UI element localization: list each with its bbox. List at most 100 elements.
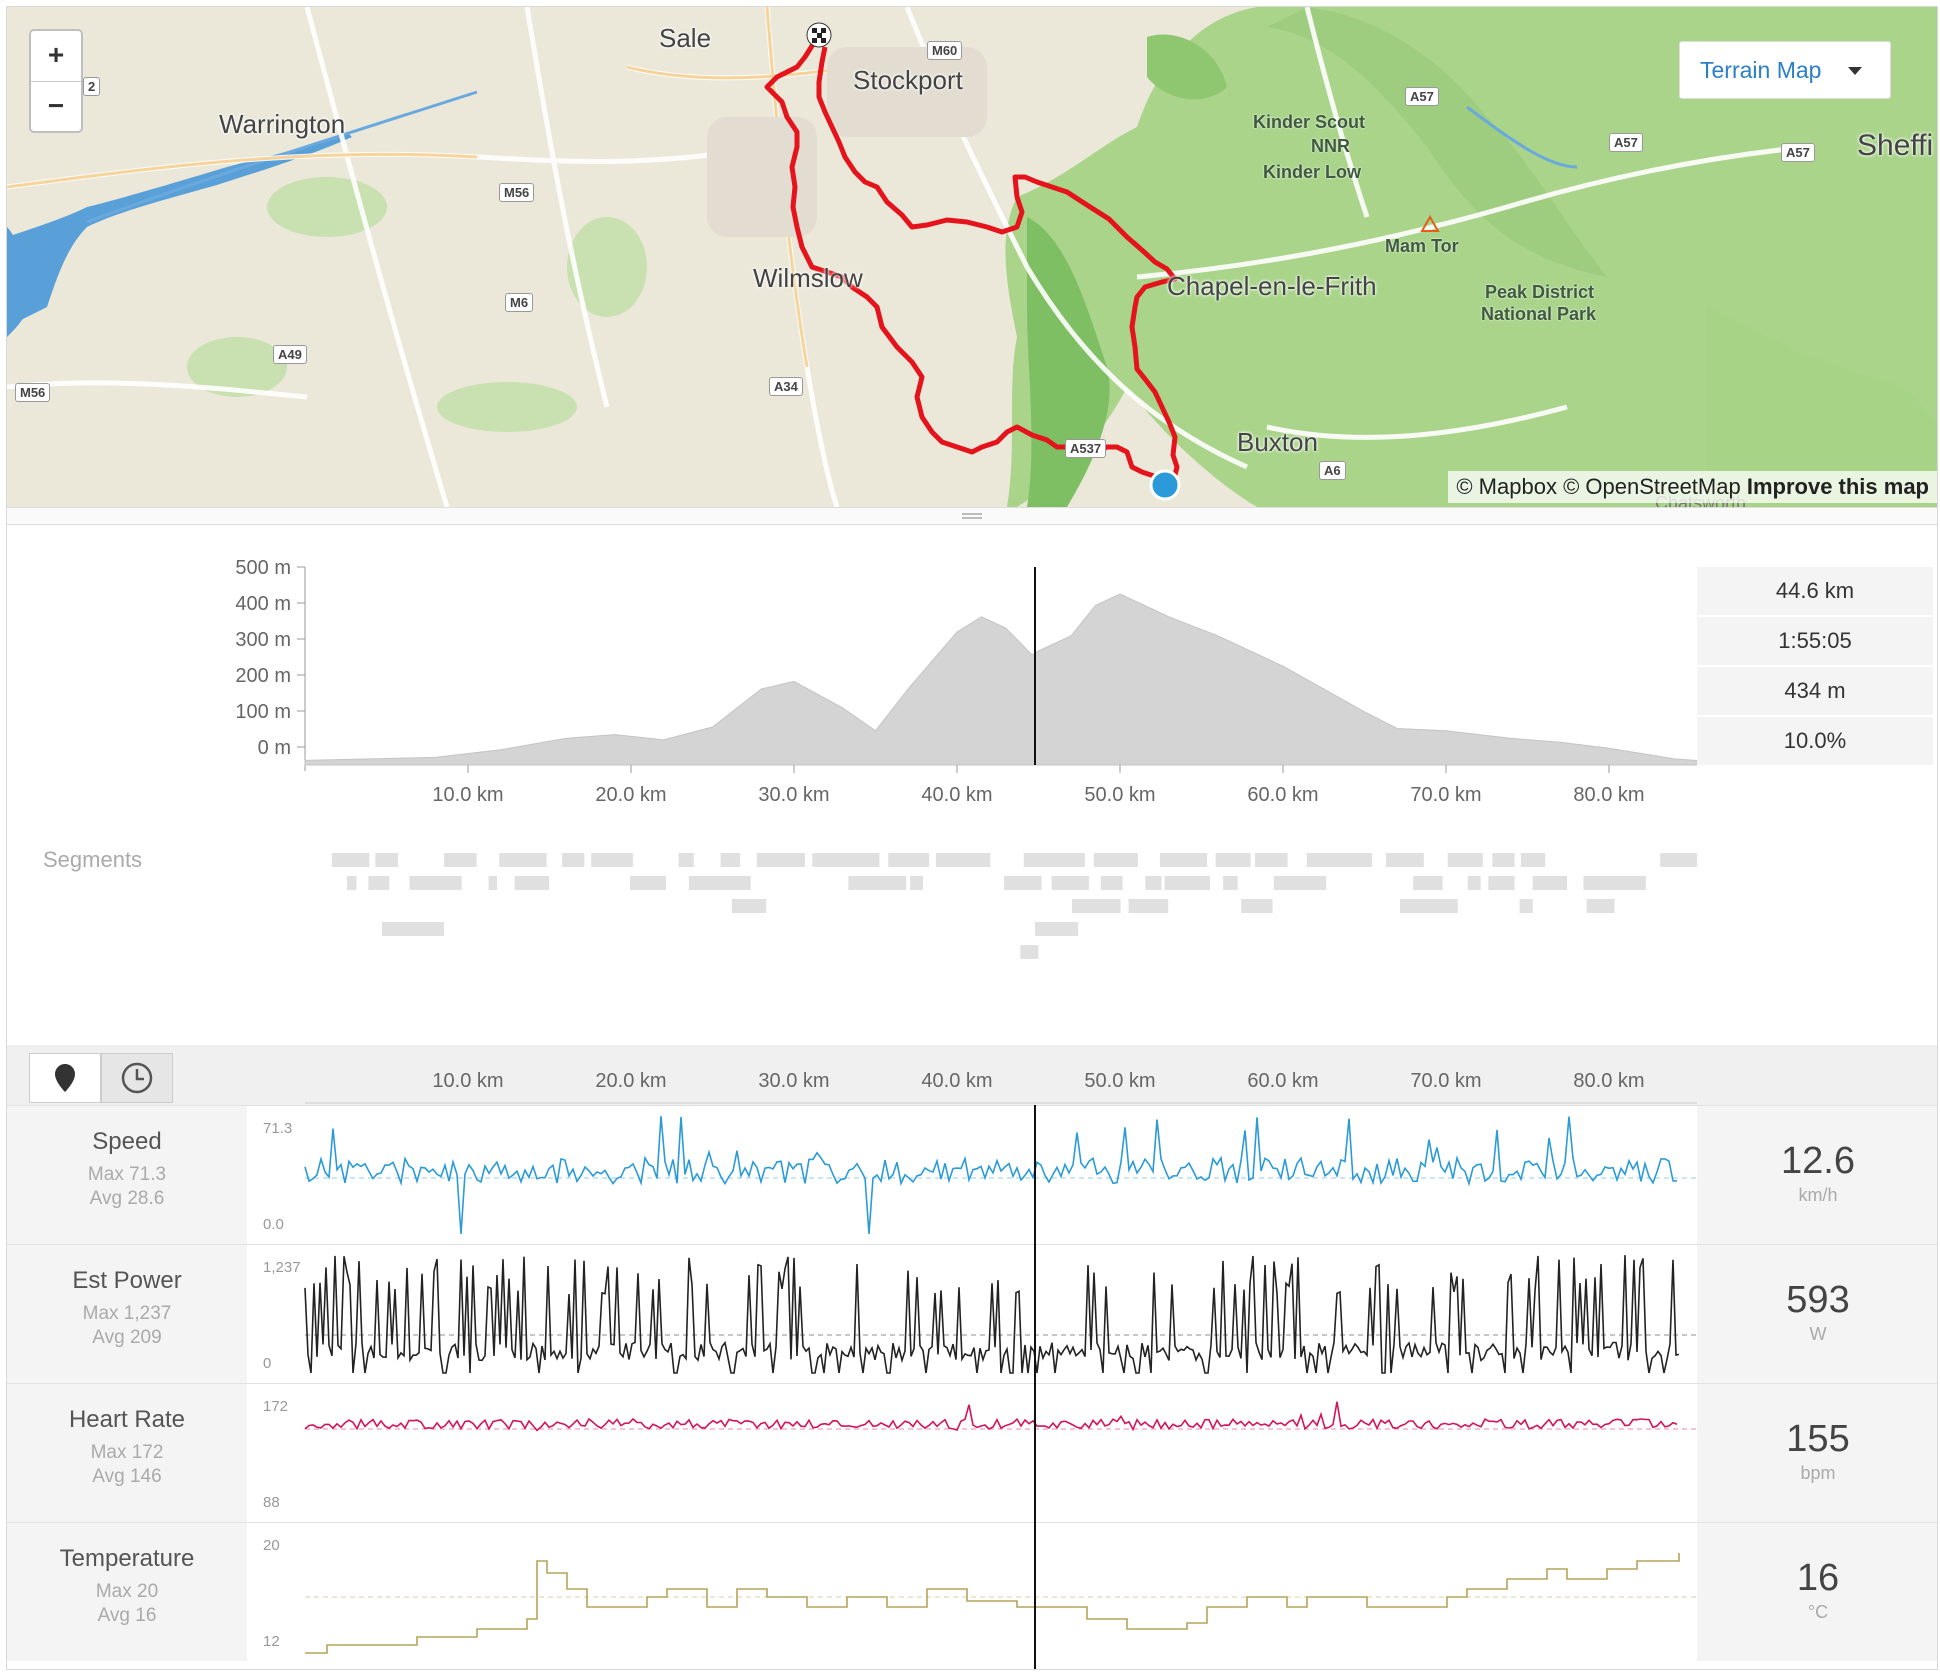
map-resize-handle[interactable]: [7, 507, 1937, 525]
stream-max: Max 172: [90, 1442, 164, 1463]
road-shield: A57: [1609, 133, 1643, 152]
elevation-section: 500 m 400 m 300 m 200 m 100 m 0 m 10.0 km 20.0…: [7, 525, 1937, 1045]
segment-bar: [488, 876, 498, 890]
map-label-warrington: Warrington: [219, 109, 346, 139]
elev-x-label: 50.0 km: [1084, 784, 1155, 806]
attribution-osm-link[interactable]: © OpenStreetMap: [1563, 474, 1741, 499]
map-label-buxton: Buxton: [1237, 427, 1318, 457]
hr-line: [304, 1401, 1678, 1432]
stream-row-speed[interactable]: Speed Max 71.3 Avg 28.6 71.3 0.0 12.6 km…: [7, 1105, 1937, 1244]
power-chart[interactable]: [247, 1245, 1697, 1383]
segment-bar: [1386, 853, 1424, 867]
zoom-in-button[interactable]: +: [31, 31, 81, 82]
segment-bar: [1583, 876, 1646, 890]
heart-rate-chart[interactable]: [247, 1384, 1697, 1522]
segment-bar: [1273, 876, 1327, 890]
segment-bar: [499, 853, 547, 867]
stream-unit: W: [1809, 1324, 1827, 1344]
stream-current: 593 W: [1697, 1245, 1937, 1383]
stream-avg: Avg 16: [97, 1605, 157, 1626]
segment-bar: [910, 876, 924, 890]
segment-bar: [756, 853, 806, 867]
segment-bar: [1215, 853, 1251, 867]
segment-bar: [332, 853, 370, 867]
stream-row-heart-rate[interactable]: Heart Rate Max 172 Avg 146 172 88 155 bp…: [7, 1383, 1937, 1522]
segment-bar: [1399, 899, 1458, 913]
map-label-kinder: Kinder Scout: [1253, 112, 1366, 132]
stream-label: Temperature Max 20 Avg 16: [7, 1523, 247, 1661]
temperature-chart[interactable]: [247, 1523, 1697, 1661]
stream-avg: Avg 146: [92, 1466, 162, 1487]
segments-track[interactable]: [7, 843, 1697, 1013]
segment-bar: [562, 853, 585, 867]
elevation-chart[interactable]: 500 m 400 m 300 m 200 m 100 m 0 m 10.0 km 20.0…: [7, 525, 1697, 825]
speed-chart[interactable]: [247, 1106, 1697, 1244]
streams-cursor: [1034, 1105, 1036, 1669]
stream-name: Temperature: [59, 1545, 195, 1572]
road-shield: M56: [499, 183, 535, 202]
road-shield: A49: [273, 345, 307, 364]
stream-value: 12.6: [1781, 1140, 1855, 1182]
segment-bar: [1051, 876, 1089, 890]
stream-x-label: 20.0 km: [595, 1070, 666, 1092]
segment-bar: [1145, 876, 1162, 890]
streams-toolbar: 10.0 km 20.0 km 30.0 km 40.0 km 50.0 km 60.0 …: [7, 1045, 1937, 1105]
elev-y-label: 500 m: [235, 557, 291, 579]
map-layer-dropdown[interactable]: Terrain Map: [1679, 41, 1891, 99]
stream-current: 155 bpm: [1697, 1384, 1937, 1522]
segment-bar: [1023, 853, 1085, 867]
stream-name: Heart Rate: [68, 1406, 186, 1433]
power-line: [304, 1255, 1680, 1374]
stream-x-label: 40.0 km: [921, 1070, 992, 1092]
segment-bar: [1093, 853, 1138, 867]
segment-bar: [1586, 899, 1615, 913]
segment-bar: [514, 876, 550, 890]
road-shield: A6: [1319, 461, 1346, 480]
attribution-mapbox-link[interactable]: © Mapbox: [1456, 474, 1557, 499]
map-label-sheffield: Sheffi: [1857, 129, 1934, 162]
stream-current: 12.6 km/h: [1697, 1106, 1937, 1244]
road-shield: M6: [505, 293, 534, 312]
zoom-out-button[interactable]: −: [31, 82, 81, 132]
road-shield: A57: [1781, 143, 1815, 162]
map-label-chapel: Chapel-en-le-Frith: [1167, 271, 1377, 301]
stream-max: Max 71.3: [87, 1164, 167, 1185]
stream-x-label: 30.0 km: [758, 1070, 829, 1092]
drag-handle-icon: [962, 513, 982, 519]
road-shield: M60: [927, 41, 963, 60]
segment-bar: [1519, 899, 1533, 913]
road-shield: A537: [1065, 439, 1107, 458]
segment-bar: [1532, 876, 1567, 890]
finish-flag-icon: [806, 22, 832, 48]
map-label-stockport: Stockport: [853, 65, 963, 95]
stream-row-power[interactable]: Est Power Max 1,237 Avg 209 1,237 0 593 …: [7, 1244, 1937, 1383]
segment-bar: [1035, 922, 1079, 936]
elevation-profile: [304, 593, 1697, 766]
map-attribution: © Mapbox © OpenStreetMap Improve this ma…: [1448, 471, 1937, 503]
stat-grade: 10.0%: [1697, 717, 1933, 765]
segment-bar: [1488, 876, 1515, 890]
stream-name: Speed: [92, 1128, 162, 1155]
stream-name: Est Power: [72, 1267, 182, 1294]
stream-x-label: 50.0 km: [1084, 1070, 1155, 1092]
streams-section: 10.0 km 20.0 km 30.0 km 40.0 km 50.0 km 60.0 …: [7, 1045, 1937, 1669]
map-label-wilmslow: Wilmslow: [753, 263, 863, 293]
segment-bar: [1241, 899, 1273, 913]
segment-bar: [1003, 876, 1042, 890]
segment-bar: [1447, 853, 1483, 867]
elev-x-label: 80.0 km: [1573, 784, 1644, 806]
speed-line: [304, 1116, 1678, 1235]
elev-x-label: 40.0 km: [921, 784, 992, 806]
road-shield: M56: [15, 383, 51, 402]
segment-bar: [888, 853, 930, 867]
route-map[interactable]: Sale Stockport Warrington Wilmslow Chape…: [7, 7, 1937, 507]
improve-map-link[interactable]: Improve this map: [1747, 474, 1929, 499]
road-shield: A57: [1405, 87, 1439, 106]
stream-current: 16 °C: [1697, 1523, 1937, 1661]
stream-label: Heart Rate Max 172 Avg 146: [7, 1384, 247, 1522]
stream-x-label: 10.0 km: [432, 1070, 503, 1092]
streams-x-axis: 10.0 km 20.0 km 30.0 km 40.0 km 50.0 km 60.0 …: [305, 1070, 1697, 1104]
temp-line: [305, 1553, 1680, 1654]
stream-row-temperature[interactable]: Temperature Max 20 Avg 16 20 12 16 °C: [7, 1522, 1937, 1661]
road-shield: 2: [83, 77, 101, 96]
